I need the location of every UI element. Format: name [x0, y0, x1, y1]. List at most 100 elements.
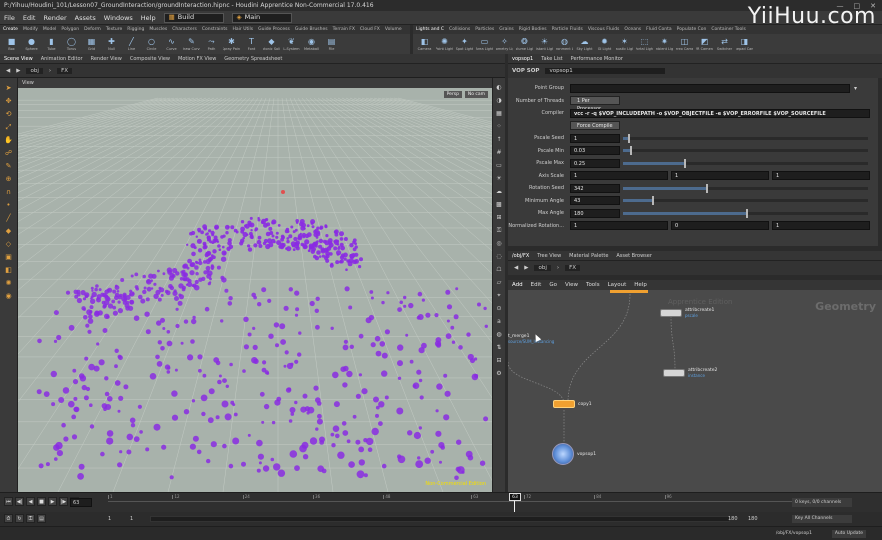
shelf-tool-gamepad-camera[interactable]: ◨Gamepad Camera	[736, 37, 753, 51]
shelf-tool-caustic-light[interactable]: ✶Caustic Light	[616, 37, 633, 51]
slider-knob[interactable]	[684, 158, 687, 168]
node-vopsop1[interactable]: vopsop1	[552, 443, 596, 465]
range-end-2[interactable]: 180	[748, 516, 758, 522]
shelf-tool-l-system[interactable]: ❦ L-System	[283, 37, 300, 51]
param-value-field[interactable]: 0.03	[570, 146, 620, 155]
shelf-tab-11[interactable]: Guide Process	[258, 27, 290, 32]
bg-icon[interactable]: ▩	[496, 201, 502, 209]
shelf-tab-3[interactable]: Polygon	[61, 27, 79, 32]
shelf-tab-4[interactable]: Rigid Bodies	[519, 27, 547, 32]
shelf-tool-path[interactable]: ⤳ Path	[203, 37, 220, 51]
vop-node-icon[interactable]	[552, 443, 574, 465]
flip-icon[interactable]: ⇅	[496, 344, 501, 352]
shelf-tool-switcher[interactable]: ⇄ Switcher	[716, 37, 733, 51]
path-fx[interactable]: FX	[57, 67, 72, 74]
magnet-icon[interactable]: ∩	[6, 188, 11, 196]
param-value-field[interactable]: 1	[570, 133, 620, 143]
display-icon[interactable]: ◐	[496, 84, 501, 92]
pane-tab-1[interactable]: Tree View	[537, 253, 561, 259]
path-obj[interactable]: obj	[26, 67, 43, 74]
loop-icon[interactable]: ↻	[15, 514, 24, 523]
shelf-tool-line[interactable]: ╱ Line	[123, 37, 140, 51]
shelf-tab-13[interactable]: Terrain FX	[333, 27, 355, 32]
shelf-tab-5[interactable]: Particle Fluids	[552, 27, 583, 32]
pane-tab-3[interactable]: Asset Browser	[616, 253, 652, 259]
node-attribcreate2[interactable]: attribcreate2 instance	[663, 368, 717, 378]
menu-edit[interactable]: Edit	[23, 14, 36, 22]
light-icon[interactable]: ✺	[6, 279, 12, 287]
vector-component-field[interactable]: 0	[671, 221, 769, 230]
node-body[interactable]	[660, 309, 682, 317]
stop-icon[interactable]: ■	[37, 497, 46, 506]
shading-icon[interactable]: ◑	[496, 97, 501, 105]
shelf-tab-1[interactable]: Collisions	[449, 27, 470, 32]
auto-update-dropdown[interactable]: Auto Update	[831, 530, 866, 538]
shelf-tab-9[interactable]: Populate Con	[677, 27, 707, 32]
context-dropdown[interactable]: ◈ Main	[231, 12, 292, 23]
pane-tab-5[interactable]: Geometry Spreadsheet	[224, 56, 282, 62]
node-body[interactable]	[553, 400, 575, 408]
ref-icon[interactable]: ⌖	[497, 292, 500, 300]
scale-icon[interactable]: ⤢	[6, 123, 12, 131]
shelf-tool-ambient-light[interactable]: ✷Ambient Light	[656, 37, 673, 51]
network-editor[interactable]: Geometry Apprentice Edition attribcreate…	[508, 290, 882, 492]
prim-icon[interactable]: ◆	[6, 227, 11, 235]
shelf-tool-distant-light[interactable]: ☀Distant Light	[536, 37, 553, 51]
menu-assets[interactable]: Assets	[75, 14, 96, 22]
shelf-tab-8[interactable]: Fluid Conta	[646, 27, 672, 32]
shelf-tab-10[interactable]: Container Tools	[711, 27, 746, 32]
shelf-tab-3[interactable]: Grains	[499, 27, 514, 32]
shelf-tool-grid[interactable]: ▦ Grid	[83, 37, 100, 51]
vector-component-field[interactable]: 1	[570, 171, 668, 180]
shelf-tab-15[interactable]: Volume	[385, 27, 402, 32]
param-value-field[interactable]: 180	[570, 208, 620, 218]
shelf-tab-7[interactable]: Muscles	[149, 27, 167, 32]
param-slider[interactable]	[623, 196, 868, 205]
shelf-tab-2[interactable]: Particles	[475, 27, 494, 32]
shelf-tool-volume-light[interactable]: ❂Volume Light	[516, 37, 533, 51]
wire-icon[interactable]: ▦	[496, 110, 502, 118]
range-slider[interactable]	[150, 516, 730, 522]
group-icon[interactable]: ▣	[5, 253, 12, 261]
brush-icon[interactable]: ✎	[6, 162, 12, 170]
forward-icon[interactable]: ▶	[16, 68, 20, 74]
pane-tab-4[interactable]: Motion FX View	[178, 56, 216, 62]
forward-icon[interactable]: ▶	[524, 265, 528, 271]
color-icon[interactable]: ◍	[496, 331, 501, 339]
back-icon[interactable]: ◀	[514, 265, 518, 271]
select-icon[interactable]: ➤	[6, 84, 12, 92]
abc-icon[interactable]: a	[497, 318, 501, 326]
pane-tab-1[interactable]: Animation Editor	[41, 56, 83, 62]
path-fx[interactable]: FX	[565, 265, 580, 271]
param-slider[interactable]	[623, 208, 868, 218]
shelf-tab-10[interactable]: Hair Utils	[233, 27, 254, 32]
pose-icon[interactable]: ☍	[5, 149, 12, 157]
network-menu-2[interactable]: Go	[549, 282, 557, 288]
shelf-tab-7[interactable]: Oceans	[624, 27, 641, 32]
shelf-tab-8[interactable]: Characters	[172, 27, 197, 32]
network-menu-3[interactable]: View	[565, 282, 578, 288]
vector-component-field[interactable]: 1	[772, 221, 870, 230]
shelf-tool-point-light[interactable]: ✺ Point Light	[436, 37, 453, 51]
back-icon[interactable]: ◀	[6, 68, 10, 74]
edge-icon[interactable]: ╱	[6, 214, 10, 222]
shelf-tool-portal-light[interactable]: ⬚Portal Light	[636, 37, 653, 51]
pane-tab-2[interactable]: Render View	[91, 56, 122, 62]
pane-tab-0[interactable]: vopsop1	[512, 56, 533, 62]
shelf-tab-12[interactable]: Guide Brushes	[295, 27, 328, 32]
point-icon[interactable]: •	[6, 201, 10, 209]
shelf-tool-file[interactable]: ▤ File	[323, 37, 340, 51]
vector-component-field[interactable]: 1	[570, 221, 668, 230]
shelf-tab-6[interactable]: Viscous Fluids	[588, 27, 620, 32]
shelf-tool-tube[interactable]: ▮ Tube	[43, 37, 60, 51]
shelf-tab-0[interactable]: Lights and C	[416, 27, 444, 32]
network-menu-6[interactable]: Help	[634, 282, 647, 288]
pane-tab-3[interactable]: Composite View	[130, 56, 170, 62]
node-name-field[interactable]: vopsop1	[545, 68, 666, 74]
shelf-tool-torus[interactable]: ◯ Torus	[63, 37, 80, 51]
node-copy1[interactable]: copy1	[553, 400, 592, 408]
param-slider[interactable]	[623, 133, 868, 143]
ortho-icon[interactable]: ▭	[496, 162, 502, 170]
shelf-tool-stereo-camera[interactable]: ◫Stereo Camera	[676, 37, 693, 51]
compiler-field[interactable]: vcc -r -q $VOP_INCLUDEPATH -o $VOP_OBJEC…	[570, 108, 870, 118]
